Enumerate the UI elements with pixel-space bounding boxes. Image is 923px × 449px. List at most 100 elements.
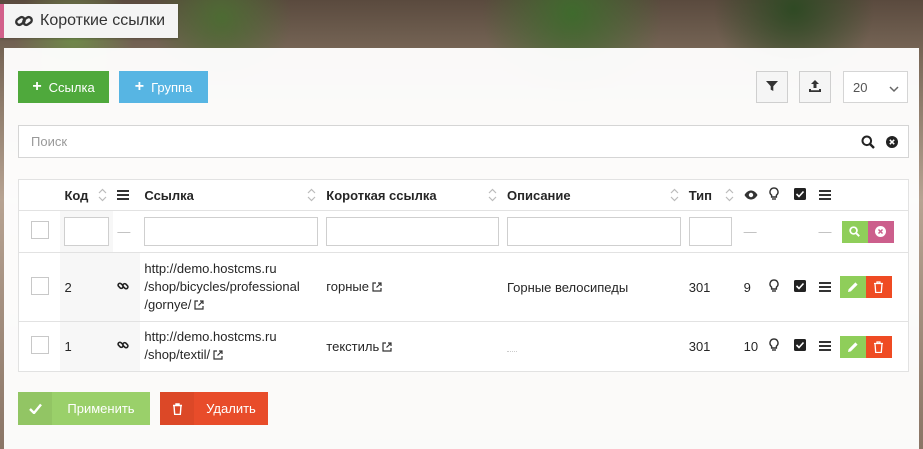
edit-button[interactable] xyxy=(839,335,866,358)
filter-row: — — — xyxy=(18,210,909,253)
filter-placeholder-dash: — xyxy=(818,224,832,239)
delete-button[interactable] xyxy=(865,276,892,298)
apply-button[interactable]: Применить xyxy=(18,392,150,425)
header-type[interactable]: Тип xyxy=(684,179,740,211)
trash-icon xyxy=(874,281,884,293)
page-size-value: 20 xyxy=(853,79,868,95)
apply-label: Применить xyxy=(67,401,135,416)
page-title: Короткие ссылки xyxy=(40,12,166,29)
menu-icon xyxy=(117,188,130,203)
row-description[interactable]: Горные велосипеды xyxy=(507,280,628,295)
menu-icon[interactable] xyxy=(818,280,831,295)
add-group-button[interactable]: + Группа xyxy=(119,71,208,103)
apply-filter-button[interactable] xyxy=(841,220,868,243)
row-short-link[interactable]: горные xyxy=(326,279,369,294)
page-title-tab: Короткие ссылки xyxy=(0,4,178,38)
table-row[interactable]: 1 http://demo.hostcms.ru /shop/textil/ т… xyxy=(18,321,909,372)
row-url-line[interactable]: /shop/textil/ xyxy=(144,347,210,362)
pencil-icon xyxy=(847,282,858,292)
filter-placeholder-dash: — xyxy=(743,224,757,239)
clear-search-icon[interactable] xyxy=(884,134,900,150)
header-indexing xyxy=(764,179,790,211)
menu-icon[interactable] xyxy=(818,339,831,354)
trash-icon xyxy=(874,340,884,353)
lightbulb-icon[interactable] xyxy=(768,338,779,355)
filter-placeholder-dash: — xyxy=(117,224,131,239)
link-icon xyxy=(117,339,130,354)
filter-code-input[interactable] xyxy=(64,217,110,246)
table-row[interactable]: 2 http://demo.hostcms.ru /shop/bicycles/… xyxy=(18,252,909,322)
export-button[interactable] xyxy=(799,71,831,103)
table-header: Код Ссылка Короткая ссылка Описание Тип xyxy=(18,179,909,211)
row-url-line[interactable]: http://demo.hostcms.ru xyxy=(144,260,322,278)
filter-icon xyxy=(766,80,778,95)
row-url-line[interactable]: /shop/bicycles/professional xyxy=(144,278,322,296)
delete-label: Удалить xyxy=(206,401,256,416)
pencil-icon xyxy=(847,341,858,352)
checkbox-checked-icon[interactable] xyxy=(793,339,806,354)
select-all-checkbox[interactable] xyxy=(31,221,49,239)
lightbulb-icon xyxy=(768,186,779,204)
trash-icon xyxy=(160,392,194,425)
row-views: 9 xyxy=(743,279,751,295)
add-group-label: Группа xyxy=(151,79,193,95)
external-link-icon[interactable] xyxy=(194,297,204,315)
header-menu xyxy=(814,179,840,211)
row-url-line[interactable]: /gornye/ xyxy=(144,297,191,312)
delete-button[interactable] xyxy=(865,335,892,358)
checkbox-checked-icon xyxy=(793,187,806,203)
header-link[interactable]: Ссылка xyxy=(140,179,323,211)
header-checkbox-cell xyxy=(18,179,61,211)
row-type[interactable]: 301 xyxy=(689,280,711,295)
search-bar xyxy=(18,125,909,158)
close-circle-icon xyxy=(875,226,887,237)
filter-link-input[interactable] xyxy=(144,217,319,246)
row-url-line[interactable]: http://demo.hostcms.ru xyxy=(144,328,322,346)
row-short-link[interactable]: текстиль xyxy=(326,339,379,354)
checkbox-checked-icon[interactable] xyxy=(793,279,806,295)
search-icon[interactable] xyxy=(860,134,876,150)
sort-icon xyxy=(670,188,679,205)
row-type[interactable]: 301 xyxy=(689,339,711,354)
row-views: 10 xyxy=(743,339,759,354)
lightbulb-icon[interactable] xyxy=(768,278,779,296)
row-checkbox[interactable] xyxy=(31,336,49,354)
main-panel: + Ссылка + Группа 20 Поиск Код Ссылка Ко… xyxy=(4,48,919,449)
row-checkbox[interactable] xyxy=(31,276,49,295)
header-short-link[interactable]: Короткая ссылка xyxy=(322,179,503,211)
toolbar: + Ссылка + Группа 20 xyxy=(18,71,908,103)
header-views xyxy=(739,179,765,211)
plus-icon: + xyxy=(134,78,145,95)
page-size-select[interactable]: 20 xyxy=(843,71,908,103)
header-actions xyxy=(839,179,909,211)
upload-icon xyxy=(808,79,822,96)
link-icon xyxy=(14,11,34,31)
filter-description-input[interactable] xyxy=(506,217,681,246)
link-icon xyxy=(117,280,130,295)
row-code: 1 xyxy=(64,339,72,354)
row-description-empty[interactable] xyxy=(506,350,517,352)
external-link-icon[interactable] xyxy=(372,280,382,295)
edit-button[interactable] xyxy=(839,276,866,298)
filter-type-input[interactable] xyxy=(688,217,732,246)
plus-icon: + xyxy=(32,78,42,95)
sort-icon xyxy=(307,188,316,205)
clear-filter-button[interactable] xyxy=(867,220,894,243)
bulk-delete-button[interactable]: Удалить xyxy=(160,392,268,425)
sort-icon xyxy=(488,188,497,205)
add-link-button[interactable]: + Ссылка xyxy=(18,71,109,103)
add-link-label: Ссылка xyxy=(48,79,95,95)
header-description[interactable]: Описание xyxy=(502,179,685,211)
menu-icon xyxy=(818,188,831,203)
external-link-icon[interactable] xyxy=(213,347,223,365)
filter-button[interactable] xyxy=(756,71,788,103)
sort-icon xyxy=(98,188,107,205)
header-code[interactable]: Код xyxy=(60,179,114,211)
filter-short-link-input[interactable] xyxy=(326,217,499,246)
header-group-menu xyxy=(113,179,141,211)
sort-icon xyxy=(725,188,734,205)
search-icon xyxy=(849,226,860,237)
search-input[interactable] xyxy=(19,126,860,157)
external-link-icon[interactable] xyxy=(382,340,392,355)
chevron-down-icon xyxy=(889,82,899,97)
